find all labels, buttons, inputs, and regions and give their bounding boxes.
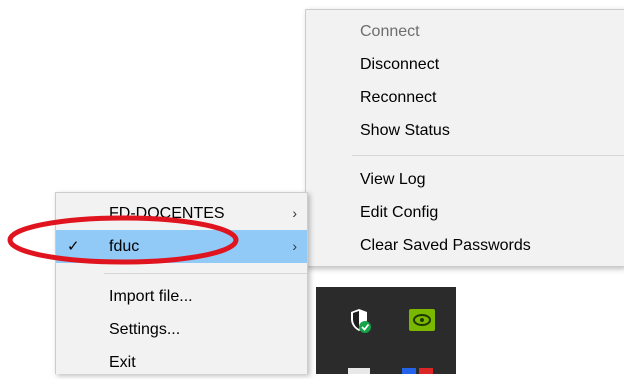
- menu-item-exit[interactable]: Exit: [56, 346, 307, 379]
- menu-item-import-file[interactable]: Import file...: [56, 280, 307, 313]
- partial-tray-icon: [419, 368, 433, 374]
- menu-item-view-log-label: View Log: [360, 171, 426, 188]
- menu-item-view-log[interactable]: View Log: [306, 163, 624, 196]
- menu-item-connect-label: Connect: [360, 23, 420, 40]
- menu-item-disconnect-label: Disconnect: [360, 56, 440, 73]
- checkmark-icon: ✓: [67, 238, 80, 255]
- menu-separator: [352, 155, 624, 156]
- menu-item-exit-label: Exit: [109, 354, 136, 371]
- menu-item-fduc[interactable]: ✓ fduc ›: [56, 230, 307, 263]
- menu-item-clear-saved-passwords-label: Clear Saved Passwords: [360, 237, 531, 254]
- chevron-right-icon: ›: [292, 238, 297, 254]
- menu-separator: [104, 273, 307, 274]
- menu-item-fd-docentes[interactable]: FD-DOCENTES ›: [56, 197, 307, 230]
- menu-item-settings[interactable]: Settings...: [56, 313, 307, 346]
- taskbar-tray-area: [316, 287, 456, 374]
- menu-item-import-file-label: Import file...: [109, 288, 193, 305]
- menu-item-reconnect-label: Reconnect: [360, 89, 437, 106]
- chevron-right-icon: ›: [292, 205, 297, 221]
- menu-item-disconnect[interactable]: Disconnect: [306, 48, 624, 81]
- menu-item-show-status-label: Show Status: [360, 122, 450, 139]
- menu-item-connect: Connect: [306, 15, 624, 48]
- menu-item-edit-config-label: Edit Config: [360, 204, 439, 221]
- menu-item-settings-label: Settings...: [109, 321, 181, 338]
- menu-item-edit-config[interactable]: Edit Config: [306, 196, 624, 229]
- nvidia-icon[interactable]: [409, 309, 435, 331]
- partial-tray-icon: [402, 368, 416, 374]
- partial-tray-icon: [348, 368, 370, 374]
- tray-context-menu: FD-DOCENTES › ✓ fduc › Import file... Se…: [55, 192, 308, 374]
- menu-item-reconnect[interactable]: Reconnect: [306, 81, 624, 114]
- menu-item-fd-docentes-label: FD-DOCENTES: [109, 205, 225, 222]
- windows-security-shield-icon[interactable]: [346, 308, 372, 334]
- menu-item-show-status[interactable]: Show Status: [306, 114, 624, 147]
- connection-submenu: Connect Disconnect Reconnect Show Status…: [305, 9, 624, 267]
- menu-item-clear-saved-passwords[interactable]: Clear Saved Passwords: [306, 229, 624, 262]
- menu-item-fduc-label: fduc: [109, 238, 140, 255]
